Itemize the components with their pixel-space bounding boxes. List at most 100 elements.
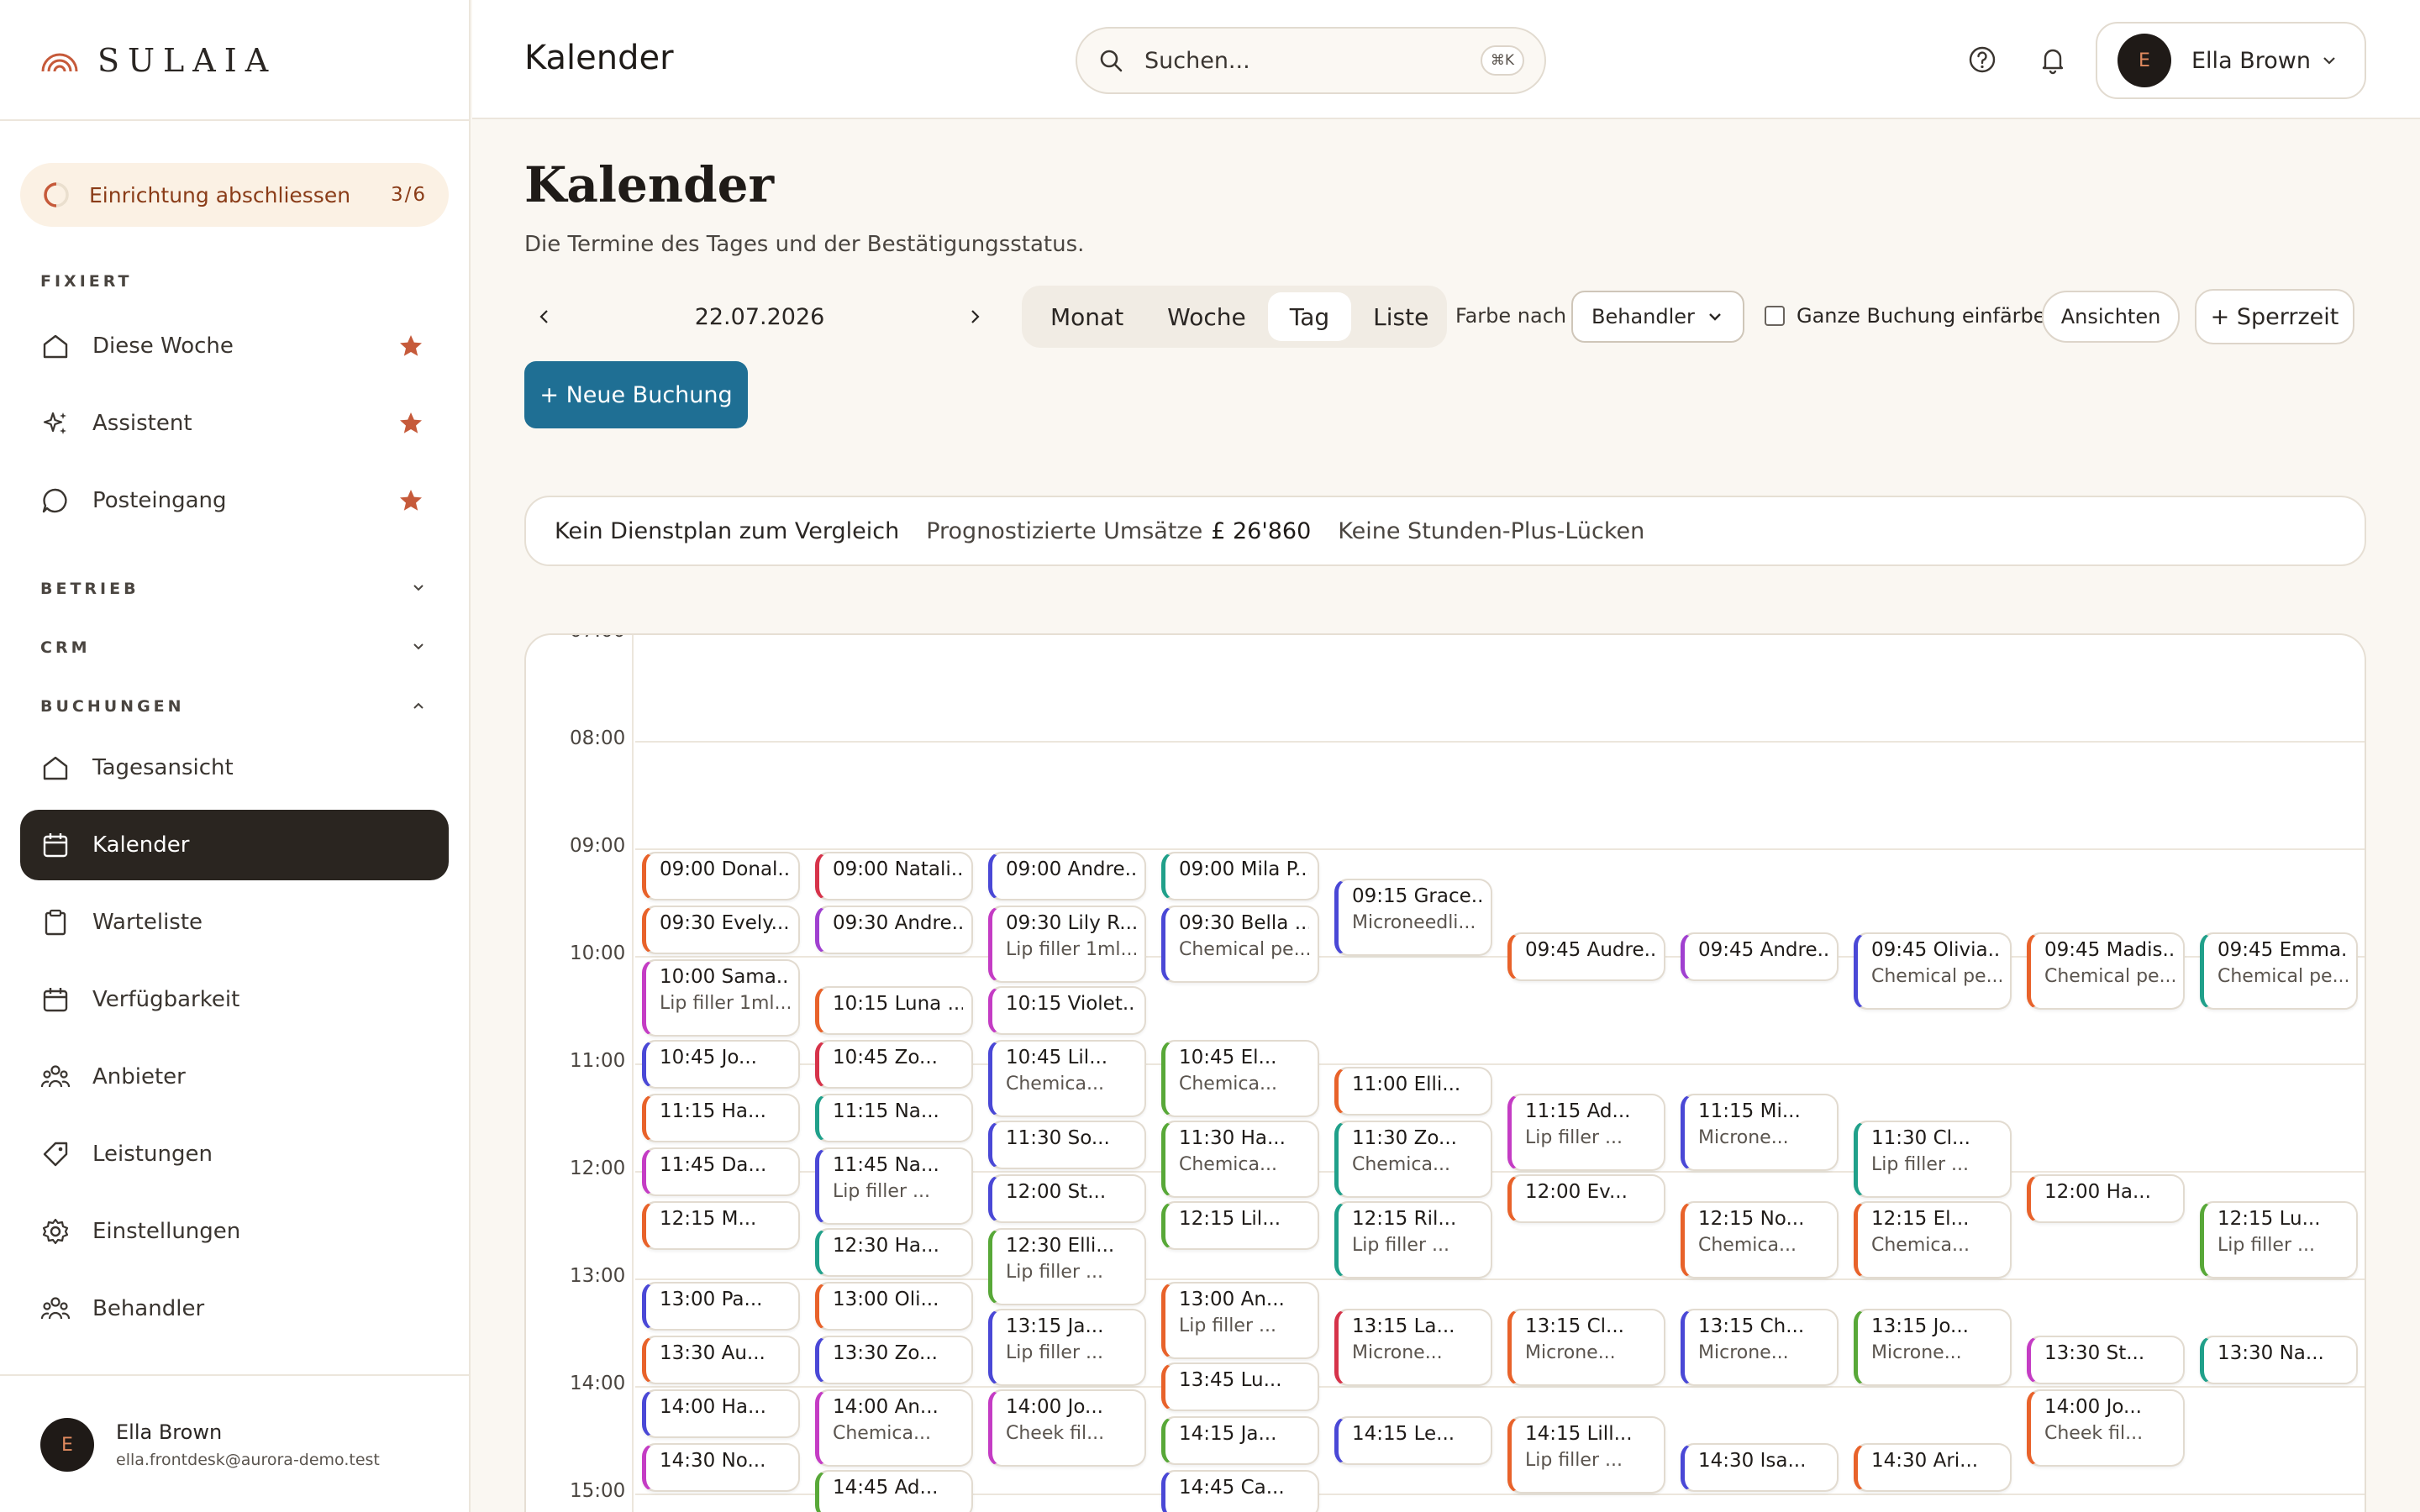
appointment-card[interactable]: 12:15 Ril... Lip filler ... — [1334, 1201, 1492, 1278]
appointment-card[interactable]: 14:15 Le... — [1334, 1416, 1492, 1465]
brand[interactable]: SULAIA — [40, 42, 276, 79]
color-by-select[interactable]: Behandler — [1571, 291, 1744, 343]
block-time-button[interactable]: + Sperrzeit — [2195, 289, 2354, 344]
appointment-card[interactable]: 14:00 Ha... — [642, 1389, 800, 1438]
appointment-card[interactable]: 11:45 Da... — [642, 1147, 800, 1196]
sidebar-item-posteingang[interactable]: Posteingang — [20, 465, 449, 536]
appointment-card[interactable]: 14:00 Jo... Cheek fil... — [2027, 1389, 2185, 1467]
checkbox[interactable] — [1765, 306, 1785, 326]
appointment-card[interactable]: 11:30 Zo... Chemica... — [1334, 1121, 1492, 1198]
search-input[interactable] — [1144, 47, 1481, 74]
appointment-card[interactable]: 10:45 Zo... — [815, 1040, 973, 1089]
current-date[interactable]: 22.07.2026 — [565, 304, 955, 330]
new-booking-button[interactable]: + Neue Buchung — [524, 361, 748, 428]
tab-liste[interactable]: Liste — [1351, 292, 1450, 341]
appointment-card[interactable]: 10:15 Luna ... — [815, 986, 973, 1035]
user-menu[interactable]: E Ella Brown — [2096, 22, 2366, 99]
appointment-card[interactable]: 09:45 Emma... Chemical pe... — [2200, 932, 2358, 1010]
appointment-card[interactable]: 13:15 Jo... Microne... — [1854, 1309, 2012, 1386]
sidebar-item-leistungen[interactable]: Leistungen — [20, 1119, 449, 1189]
appointment-card[interactable]: 12:00 Ha... — [2027, 1174, 2185, 1223]
appointment-card[interactable]: 12:30 Elli... Lip filler ... — [988, 1228, 1146, 1305]
help-icon[interactable] — [1966, 44, 1998, 76]
appointment-card[interactable]: 13:00 An... Lip filler ... — [1161, 1282, 1319, 1359]
section-label-buchungen[interactable]: BUCHUNGEN — [40, 697, 185, 716]
appointment-card[interactable]: 09:30 Lily R... Lip filler 1ml... — [988, 906, 1146, 983]
appointment-card[interactable]: 13:00 Oli... — [815, 1282, 973, 1331]
appointment-card[interactable]: 10:15 Violet... — [988, 986, 1146, 1035]
appointment-card[interactable]: 09:45 Andre... — [1681, 932, 1839, 981]
star-icon[interactable] — [398, 411, 424, 436]
whole-booking-toggle[interactable]: Ganze Buchung einfärben — [1765, 304, 2059, 328]
appointment-card[interactable]: 09:45 Olivia... Chemical pe... — [1854, 932, 2012, 1010]
appointment-card[interactable]: 09:30 Andre... — [815, 906, 973, 954]
appointment-card[interactable]: 14:30 Ari... — [1854, 1443, 2012, 1492]
chevron-down-icon[interactable] — [410, 638, 427, 655]
tab-woche[interactable]: Woche — [1145, 292, 1268, 341]
appointment-card[interactable]: 13:15 Cl... Microne... — [1507, 1309, 1665, 1386]
appointment-card[interactable]: 14:15 Ja... — [1161, 1416, 1319, 1465]
appointment-card[interactable]: 13:45 Lu... — [1161, 1362, 1319, 1411]
appointment-card[interactable]: 13:15 Ja... Lip filler ... — [988, 1309, 1146, 1386]
appointment-card[interactable]: 11:30 Ha... Chemica... — [1161, 1121, 1319, 1198]
appointment-card[interactable]: 11:15 Ha... — [642, 1094, 800, 1142]
appointment-card[interactable]: 09:45 Audre... — [1507, 932, 1665, 981]
section-label-crm[interactable]: CRM — [40, 638, 90, 657]
chevron-down-icon[interactable] — [410, 580, 427, 596]
appointment-card[interactable]: 14:00 An... Chemica... — [815, 1389, 973, 1467]
next-day-button[interactable] — [955, 297, 995, 337]
appointment-card[interactable]: 13:15 Ch... Microne... — [1681, 1309, 1839, 1386]
appointment-card[interactable]: 12:30 Ha... — [815, 1228, 973, 1277]
appointment-card[interactable]: 14:30 No... — [642, 1443, 800, 1492]
appointment-card[interactable]: 09:00 Donal... — [642, 852, 800, 900]
appointment-card[interactable]: 13:15 La... Microne... — [1334, 1309, 1492, 1386]
user-footer[interactable]: E Ella Brown ella.frontdesk@aurora-demo.… — [40, 1418, 380, 1472]
appointment-card[interactable]: 14:00 Jo... Cheek fil... — [988, 1389, 1146, 1467]
appointment-card[interactable]: 13:30 Zo... — [815, 1336, 973, 1384]
sidebar-item-tagesansicht[interactable]: Tagesansicht — [20, 732, 449, 803]
sidebar-item-verfuegbarkeit[interactable]: Verfügbarkeit — [20, 964, 449, 1035]
appointment-card[interactable]: 11:15 Ad... Lip filler ... — [1507, 1094, 1665, 1171]
appointment-card[interactable]: 09:00 Mila P... — [1161, 852, 1319, 900]
sidebar-item-behandler[interactable]: Behandler — [20, 1273, 449, 1344]
appointment-card[interactable]: 12:15 No... Chemica... — [1681, 1201, 1839, 1278]
prev-day-button[interactable] — [524, 297, 565, 337]
appointment-card[interactable]: 09:15 Grace... Microneedli... — [1334, 879, 1492, 956]
sidebar-item-assistent[interactable]: Assistent — [20, 388, 449, 459]
appointment-card[interactable]: 12:00 Ev... — [1507, 1174, 1665, 1223]
appointment-card[interactable]: 13:30 St... — [2027, 1336, 2185, 1384]
appointment-card[interactable]: 13:30 Na... — [2200, 1336, 2358, 1384]
appointment-card[interactable]: 14:15 Lill... Lip filler ... — [1507, 1416, 1665, 1494]
sidebar-item-anbieter[interactable]: Anbieter — [20, 1042, 449, 1112]
tab-monat[interactable]: Monat — [1028, 292, 1145, 341]
appointment-card[interactable]: 09:30 Evely... — [642, 906, 800, 954]
appointment-card[interactable]: 09:00 Natali... — [815, 852, 973, 900]
appointment-card[interactable]: 09:45 Madis... Chemical pe... — [2027, 932, 2185, 1010]
appointment-card[interactable]: 12:15 Lil... — [1161, 1201, 1319, 1250]
search-box[interactable]: ⌘K — [1076, 27, 1546, 94]
sidebar-item-einstellungen[interactable]: Einstellungen — [20, 1196, 449, 1267]
sidebar-item-kalender[interactable]: Kalender — [20, 810, 449, 880]
appointment-card[interactable]: 11:00 Elli... — [1334, 1067, 1492, 1116]
appointment-card[interactable]: 11:30 Cl... Lip filler ... — [1854, 1121, 2012, 1198]
appointment-card[interactable]: 12:15 Lu... Lip filler ... — [2200, 1201, 2358, 1278]
appointment-card[interactable]: 11:15 Mi... Microne... — [1681, 1094, 1839, 1171]
appointment-card[interactable]: 13:30 Au... — [642, 1336, 800, 1384]
appointment-card[interactable]: 12:00 St... — [988, 1174, 1146, 1223]
star-icon[interactable] — [398, 488, 424, 513]
appointment-card[interactable]: 13:00 Pa... — [642, 1282, 800, 1331]
section-label-betrieb[interactable]: BETRIEB — [40, 580, 139, 598]
appointment-card[interactable]: 12:15 El... Chemica... — [1854, 1201, 2012, 1278]
appointment-card[interactable]: 10:45 Lil... Chemica... — [988, 1040, 1146, 1117]
appointment-card[interactable]: 14:45 Ad... — [815, 1470, 973, 1512]
bell-icon[interactable] — [2037, 44, 2069, 76]
appointment-card[interactable]: 14:30 Isa... — [1681, 1443, 1839, 1492]
appointment-card[interactable]: 09:00 Andre... — [988, 852, 1146, 900]
appointment-card[interactable]: 09:30 Bella ... Chemical pe... — [1161, 906, 1319, 983]
appointment-card[interactable]: 11:30 So... — [988, 1121, 1146, 1169]
appointment-card[interactable]: 10:00 Sama... Lip filler 1ml... — [642, 959, 800, 1037]
appointment-card[interactable]: 12:15 M... — [642, 1201, 800, 1250]
sidebar-item-warteliste[interactable]: Warteliste — [20, 887, 449, 958]
sidebar-item-diese-woche[interactable]: Diese Woche — [20, 311, 449, 381]
appointment-card[interactable]: 14:45 Ca... — [1161, 1470, 1319, 1512]
